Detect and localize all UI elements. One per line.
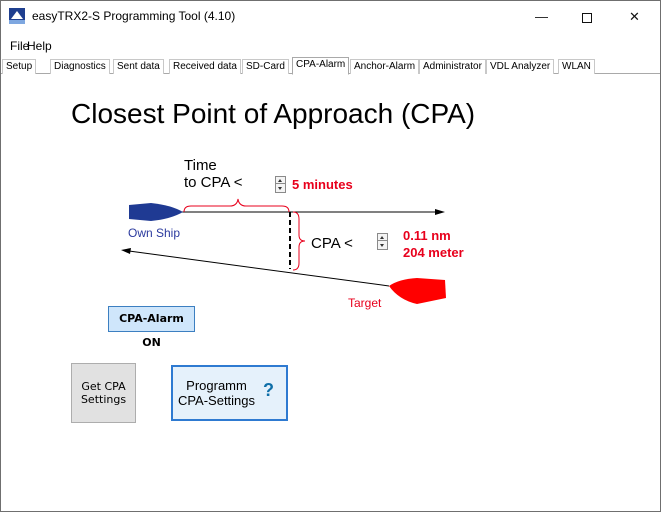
cpa-alarm-panel: Closest Point of Approach (CPA) Time to … bbox=[1, 75, 660, 511]
time-label-line1: Time bbox=[184, 157, 217, 174]
close-button[interactable]: ✕ bbox=[612, 1, 657, 32]
tab-setup[interactable]: Setup bbox=[2, 59, 37, 74]
app-window: easyTRX2-S Programming Tool (4.10) — ✕ F… bbox=[0, 0, 661, 512]
target-course-line bbox=[128, 250, 390, 287]
cpa-alarm-toggle-button[interactable]: CPA-Alarm ON bbox=[108, 306, 195, 349]
tab-administrator[interactable]: Administrator bbox=[419, 59, 486, 74]
target-course-arrow bbox=[121, 248, 131, 254]
program-button-line1: Programm bbox=[186, 378, 247, 393]
get-button-line1: Get CPA bbox=[81, 380, 126, 393]
time-brace bbox=[183, 198, 290, 213]
spinner-up-icon[interactable] bbox=[378, 234, 387, 241]
target-hull bbox=[389, 278, 446, 304]
own-ship-label: Own Ship bbox=[128, 226, 181, 240]
maximize-icon bbox=[581, 12, 592, 23]
title-bar: easyTRX2-S Programming Tool (4.10) — ✕ bbox=[1, 1, 660, 32]
own-ship-hull bbox=[129, 203, 183, 221]
time-spinner[interactable] bbox=[275, 176, 286, 193]
distance-brace bbox=[292, 211, 306, 271]
menu-help[interactable]: Help bbox=[27, 39, 52, 53]
own-ship-course-arrow bbox=[435, 209, 445, 215]
tab-bar: Setup Diagnostics Sent data Received dat… bbox=[1, 57, 660, 75]
maximize-button[interactable] bbox=[564, 1, 609, 32]
target-label: Target bbox=[348, 296, 382, 310]
spinner-down-icon[interactable] bbox=[276, 185, 285, 192]
time-to-cpa-label: Time to CPA < bbox=[184, 157, 243, 191]
tab-received-data[interactable]: Received data bbox=[169, 59, 241, 74]
help-question-icon: ? bbox=[263, 380, 274, 400]
time-to-cpa-value: 5 minutes bbox=[292, 177, 353, 192]
tab-anchor-alarm[interactable]: Anchor-Alarm bbox=[350, 59, 420, 74]
tab-wlan[interactable]: WLAN bbox=[558, 59, 595, 74]
program-button-line2: CPA-Settings bbox=[177, 393, 256, 408]
app-icon bbox=[9, 8, 25, 24]
spinner-down-icon[interactable] bbox=[378, 242, 387, 249]
minimize-button[interactable]: — bbox=[519, 1, 564, 32]
get-cpa-settings-button[interactable]: Get CPA Settings bbox=[71, 363, 136, 423]
time-label-line2: to CPA < bbox=[184, 174, 243, 191]
tab-vdl-analyzer[interactable]: VDL Analyzer bbox=[486, 59, 555, 74]
spinner-up-icon[interactable] bbox=[276, 177, 285, 184]
cpa-distance-nm: 0.11 nm bbox=[403, 228, 451, 243]
window-title: easyTRX2-S Programming Tool (4.10) bbox=[32, 9, 236, 23]
tab-sd-card[interactable]: SD-Card bbox=[242, 59, 289, 74]
program-cpa-settings-button[interactable]: Programm CPA-Settings ? bbox=[171, 365, 288, 421]
cpa-distance-spinner[interactable] bbox=[377, 233, 388, 250]
cpa-diagram bbox=[121, 198, 446, 304]
tab-diagnostics[interactable]: Diagnostics bbox=[50, 59, 110, 74]
get-button-line2: Settings bbox=[80, 393, 127, 406]
menu-bar: File Help bbox=[1, 39, 660, 55]
tab-sent-data[interactable]: Sent data bbox=[113, 59, 164, 74]
cpa-distance-meter: 204 meter bbox=[403, 245, 464, 260]
cpa-distance-label: CPA < bbox=[311, 235, 353, 252]
tab-cpa-alarm[interactable]: CPA-Alarm bbox=[292, 57, 350, 75]
